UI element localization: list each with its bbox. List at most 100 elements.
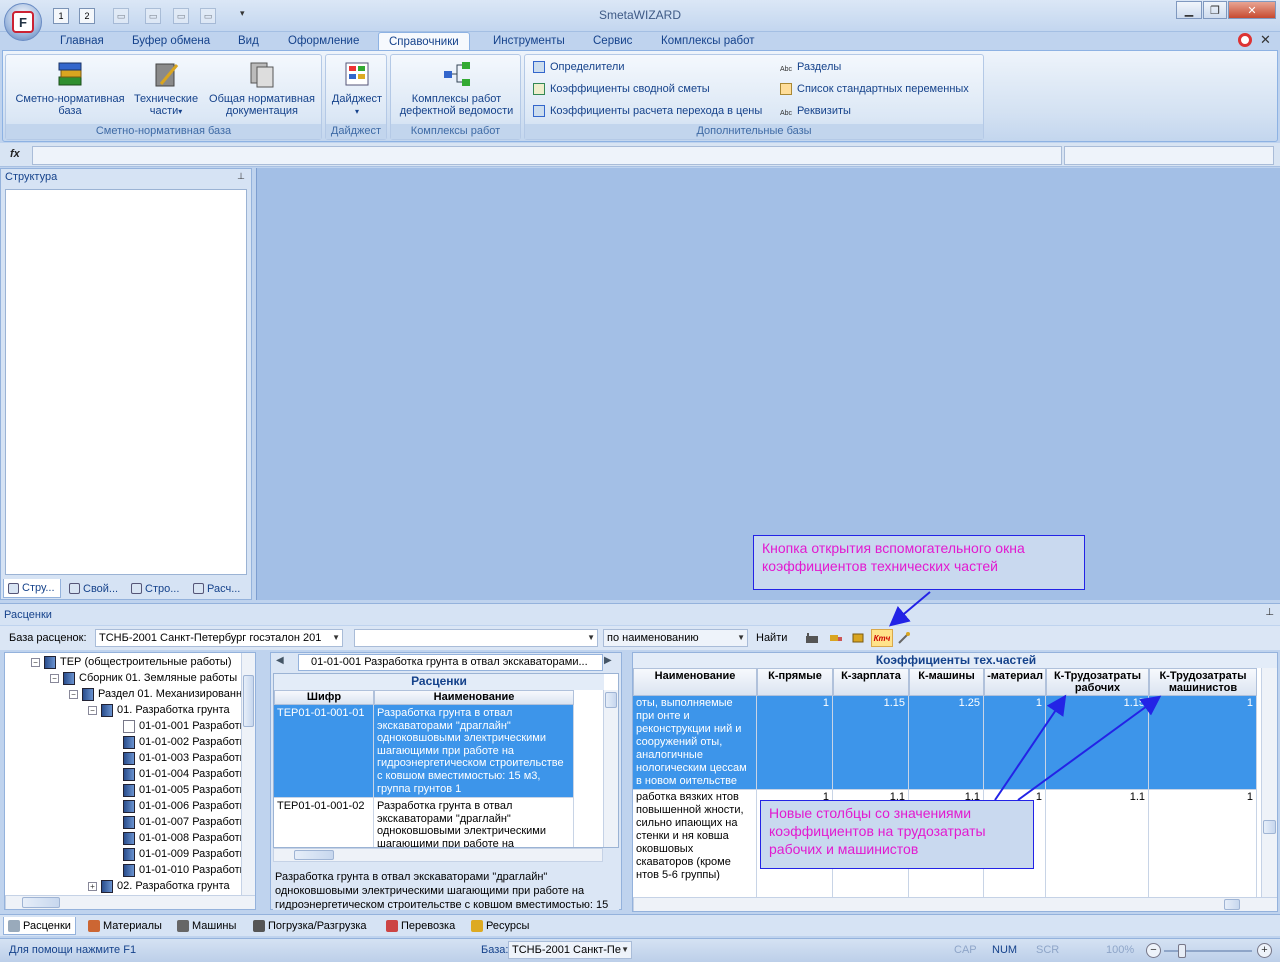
column-header-k-labor-operators[interactable]: К-Трудозатраты машинистов [1149, 668, 1257, 696]
scroll-thumb[interactable] [1224, 899, 1240, 910]
tree-node[interactable]: − Раздел 01. Механизированная [69, 686, 254, 702]
help-lifebuoy-icon[interactable] [1238, 33, 1252, 47]
normative-base-button[interactable]: Сметно-нормативная база [10, 59, 130, 117]
coef-cell[interactable]: 1.15 [1046, 696, 1149, 790]
standard-variables-item[interactable]: Список стандартных переменных [780, 80, 969, 98]
tree-node[interactable]: 01-01-003 Разработка [123, 750, 251, 766]
tab-format[interactable]: Оформление [278, 32, 369, 51]
tab-view[interactable]: Вид [228, 32, 269, 51]
structure-tab-lines[interactable]: Стро... [127, 579, 187, 598]
zoom-out-button[interactable]: − [1146, 943, 1161, 958]
tab-loading[interactable]: Погрузка/Разгрузка [249, 917, 371, 935]
determinants-item[interactable]: Определители [533, 58, 624, 76]
column-header-k-machines[interactable]: К-машины [909, 668, 984, 696]
maximize-button[interactable]: ❐ [1203, 1, 1227, 19]
tab-clipboard[interactable]: Буфер обмена [122, 32, 220, 51]
tab-references[interactable]: Справочники [378, 32, 470, 51]
tree-node[interactable]: 01-01-004 Разработка [123, 766, 251, 782]
scroll-thumb[interactable] [22, 897, 60, 908]
pin-icon[interactable]: ⊥ [1265, 607, 1274, 618]
status-base-select[interactable]: ТСНБ-2001 Санкт-Пе ▼ [508, 941, 632, 959]
tab-machines[interactable]: Машины [173, 917, 240, 935]
scroll-thumb[interactable] [294, 850, 334, 860]
rate-code-cell[interactable]: ТЕР01-01-001-02 [274, 798, 374, 847]
expand-icon[interactable]: + [88, 881, 97, 891]
rates-tree[interactable]: − ТЕР (общестроительные работы) − Сборник … [4, 652, 256, 910]
quick-access-redo-icon[interactable]: ▭ [200, 8, 216, 24]
tree-node[interactable]: − Сборник 01. Земляные работы [50, 670, 237, 686]
toolbar-truck-icon[interactable] [827, 629, 845, 647]
tab-work-complexes[interactable]: Комплексы работ [651, 32, 765, 51]
structure-tab-structure[interactable]: Стру... [3, 579, 61, 598]
formula-input[interactable] [32, 146, 1062, 165]
ribbon-close-icon[interactable]: ✕ [1260, 32, 1271, 48]
price-transition-coefficients-item[interactable]: Коэффициенты расчета перехода в цены [533, 102, 762, 120]
rate-code-cell[interactable]: ТЕР01-01-001-01 [274, 705, 374, 798]
zoom-slider-thumb[interactable] [1177, 944, 1186, 958]
tree-node[interactable]: 01-01-007 Разработка [123, 814, 251, 830]
coef-cell[interactable]: 1 [757, 696, 833, 790]
toolbar-load-icon[interactable] [849, 629, 867, 647]
scroll-thumb[interactable] [1263, 820, 1276, 834]
quick-access-save-icon[interactable]: ▭ [113, 8, 129, 24]
toolbar-tools-icon[interactable] [895, 629, 913, 647]
tab-resources[interactable]: Ресурсы [467, 917, 533, 935]
zoom-in-button[interactable]: + [1257, 943, 1272, 958]
coef-cell[interactable]: 1 [1149, 696, 1257, 790]
tree-node[interactable]: 01-01-009 Разработка [123, 846, 251, 862]
digest-button[interactable]: Дайджест ▾ [328, 59, 386, 118]
structure-tree[interactable] [5, 189, 247, 575]
rates-grid-horizontal-scrollbar[interactable] [273, 848, 603, 862]
find-button[interactable]: Найти [756, 632, 787, 644]
rates-grid-vertical-scrollbar[interactable] [603, 690, 618, 847]
coef-name-cell[interactable]: оты, выполняемые при онте и реконструкци… [633, 696, 757, 790]
app-menu-button[interactable]: F [4, 3, 42, 41]
tab-rates[interactable]: Расценки [3, 917, 76, 935]
scroll-thumb[interactable] [243, 675, 254, 727]
tree-node[interactable]: 01-01-005 Разработка [123, 782, 251, 798]
general-normative-docs-button[interactable]: Общая нормативная документация [204, 59, 320, 117]
scroll-left-icon[interactable]: ◀ [276, 655, 284, 666]
column-header-k-labor-workers[interactable]: К-Трудозатраты рабочих [1046, 668, 1149, 696]
tab-tools[interactable]: Инструменты [483, 32, 575, 51]
scroll-thumb[interactable] [605, 692, 617, 708]
coef-vertical-scrollbar[interactable] [1261, 668, 1277, 897]
coef-cell[interactable]: 1.1 [1046, 790, 1149, 898]
column-header-code[interactable]: Шифр [274, 690, 374, 705]
column-header-name[interactable]: Наименование [374, 690, 574, 705]
formula-extra-field[interactable] [1064, 146, 1274, 165]
tab-home[interactable]: Главная [50, 32, 114, 51]
coef-cell[interactable]: 1 [1149, 790, 1257, 898]
tree-node[interactable]: − ТЕР (общестроительные работы) [31, 654, 231, 670]
rate-base-select[interactable]: ТСНБ-2001 Санкт-Петербург госэталон 201 ▼ [95, 629, 343, 647]
collapse-icon[interactable]: − [88, 705, 97, 715]
tree-horizontal-scrollbar[interactable] [5, 895, 255, 909]
rate-document-tab[interactable]: 01-01-001 Разработка грунта в отвал экск… [298, 654, 603, 671]
tech-parts-coefficients-button[interactable]: Ктч [871, 629, 893, 647]
tree-node[interactable]: −01. Разработка грунта [88, 702, 230, 718]
structure-tab-properties[interactable]: Свой... [65, 579, 125, 598]
tree-node[interactable]: 01-01-006 Разработка [123, 798, 251, 814]
tree-node[interactable]: 01-01-002 Разработка [123, 734, 251, 750]
quick-access-undo-icon[interactable]: ▭ [173, 8, 189, 24]
tree-node[interactable]: 01-01-001 Разработка [123, 718, 251, 734]
column-header-k-direct[interactable]: К-прямые [757, 668, 833, 696]
tree-node[interactable]: 01-01-010 Разработка [123, 862, 251, 878]
requisites-item[interactable]: Abc Реквизиты [780, 102, 851, 120]
collapse-icon[interactable]: − [69, 689, 78, 699]
collapse-icon[interactable]: − [31, 657, 40, 667]
defect-list-complexes-button[interactable]: Комплексы работ дефектной ведомости [393, 59, 520, 117]
minimize-button[interactable]: ▁ [1176, 1, 1202, 19]
scroll-right-icon[interactable]: ▶ [604, 655, 612, 666]
quick-access-2[interactable]: 2 [79, 8, 95, 24]
structure-tab-calc[interactable]: Расч... [189, 579, 249, 598]
coef-name-cell[interactable]: работка вязких нтов повышенной жности, с… [633, 790, 757, 898]
close-button[interactable]: ✕ [1228, 1, 1276, 19]
coef-cell[interactable]: 1.25 [909, 696, 984, 790]
tree-vertical-scrollbar[interactable] [241, 653, 255, 895]
quick-access-customize-icon[interactable]: ▾ [240, 8, 245, 19]
collapse-icon[interactable]: − [50, 673, 59, 683]
rate-name-cell[interactable]: Разработка грунта в отвал экскаваторами … [374, 705, 574, 798]
rate-name-cell[interactable]: Разработка грунта в отвал экскаваторами … [374, 798, 574, 847]
sections-item[interactable]: Abc Разделы [780, 58, 841, 76]
